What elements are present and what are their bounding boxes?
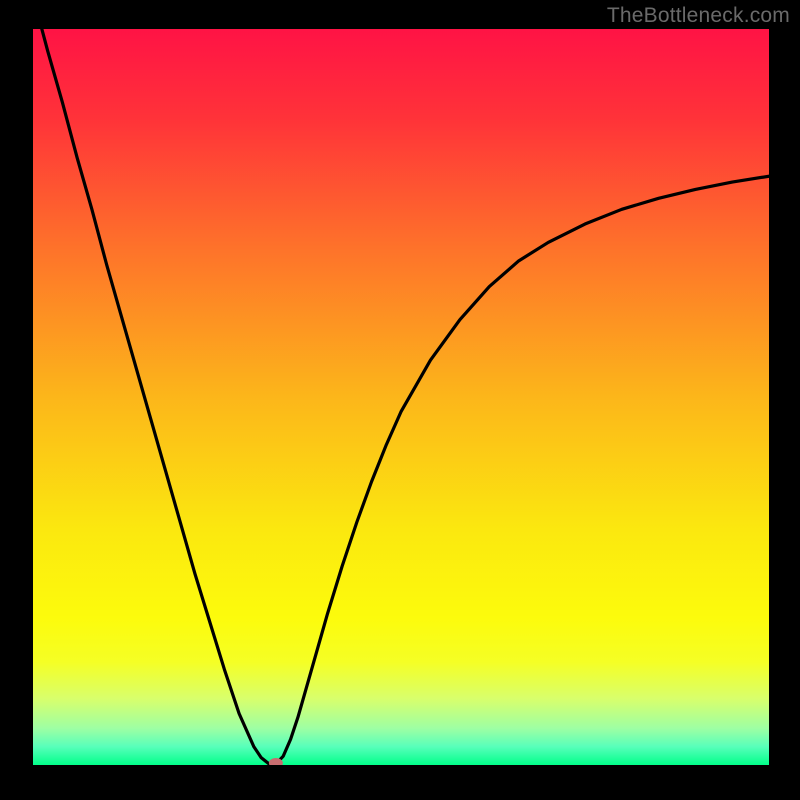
watermark-text: TheBottleneck.com xyxy=(607,4,790,28)
plot-area xyxy=(33,29,769,765)
chart-svg xyxy=(33,29,769,765)
chart-frame: TheBottleneck.com xyxy=(0,0,800,800)
